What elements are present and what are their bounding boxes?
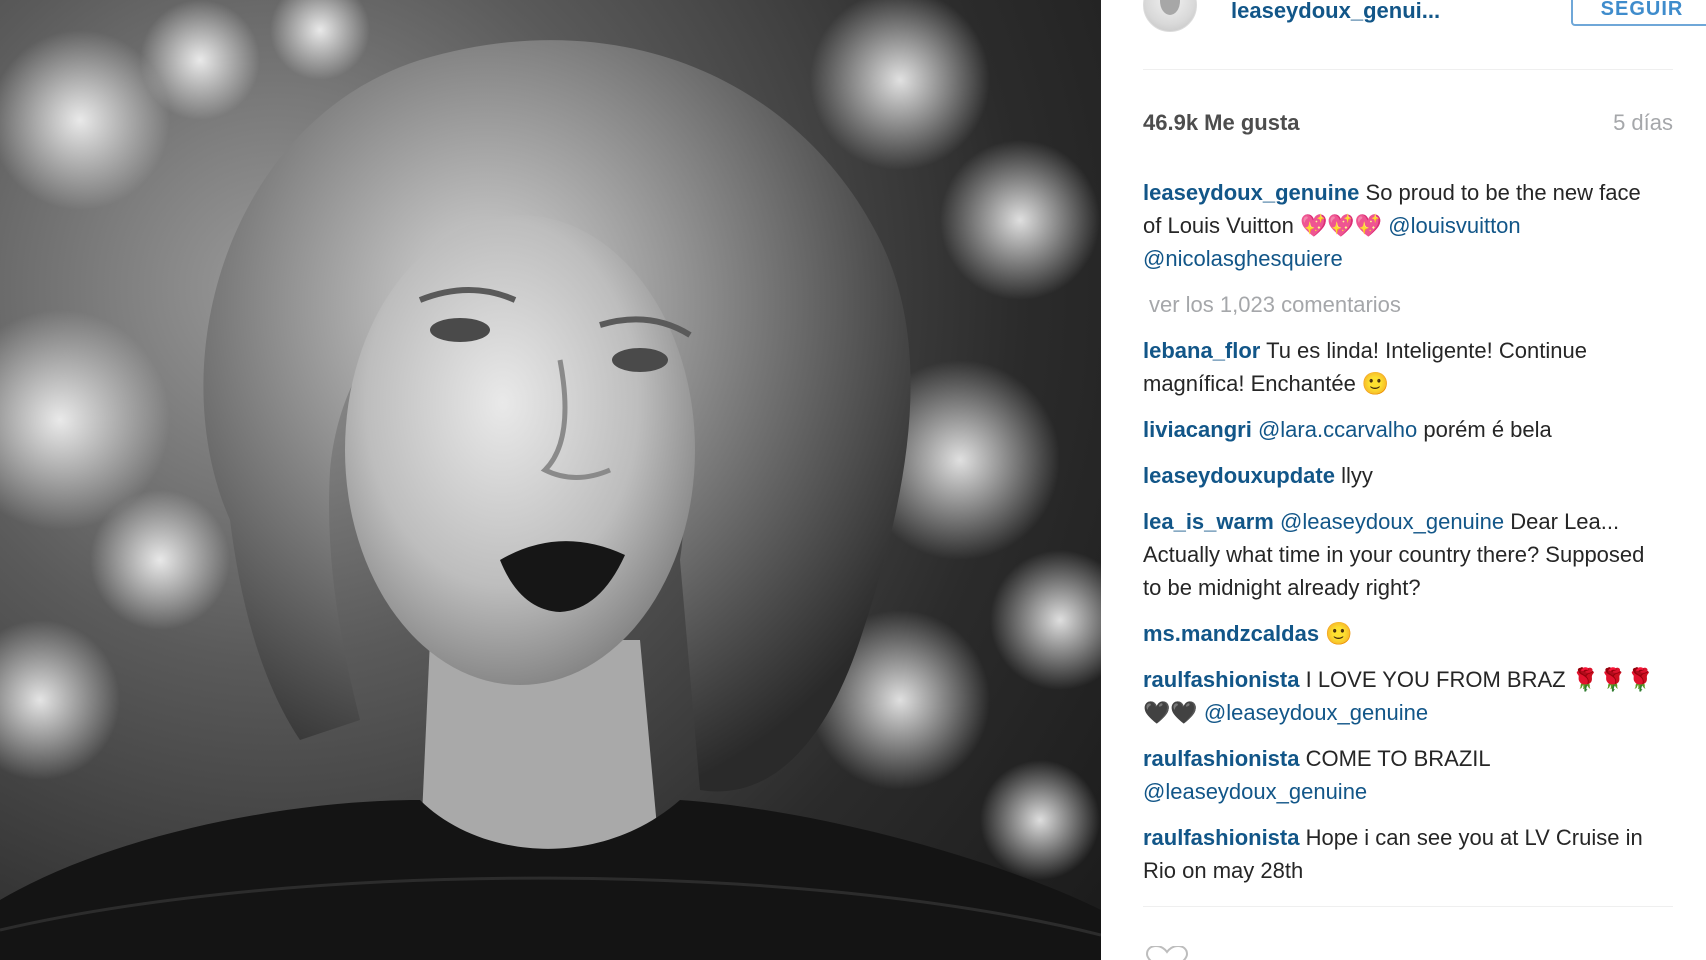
likes-count[interactable]: 46.9k Me gusta — [1143, 110, 1300, 136]
list-item: lea_is_warm @leaseydoux_genuine Dear Lea… — [1143, 505, 1663, 604]
instagram-post-page: leaseydoux_genui... SEGUIR 46.9k Me gust… — [0, 0, 1706, 960]
post-photo[interactable] — [0, 0, 1101, 960]
post-header: leaseydoux_genui... SEGUIR — [1143, 0, 1706, 38]
list-item: leaseydouxupdate llyy — [1143, 459, 1663, 492]
comment-text: COME TO BRAZIL — [1299, 746, 1490, 771]
comment-text: 🙂 — [1319, 621, 1353, 646]
post-actions — [1143, 946, 1673, 960]
comment-mention[interactable]: @leaseydoux_genuine — [1143, 779, 1367, 804]
header-divider — [1143, 69, 1673, 70]
comment-mention[interactable]: @leaseydoux_genuine — [1204, 700, 1428, 725]
comment-user[interactable]: raulfashionista — [1143, 667, 1299, 692]
comment-user[interactable]: lebana_flor — [1143, 338, 1260, 363]
face — [345, 215, 695, 685]
comment-user[interactable]: raulfashionista — [1143, 825, 1299, 850]
caption-user[interactable]: leaseydoux_genuine — [1143, 180, 1359, 205]
post-sidebar: leaseydoux_genui... SEGUIR 46.9k Me gust… — [1101, 0, 1706, 960]
post-username[interactable]: leaseydoux_genui... — [1231, 0, 1440, 24]
portrait-image — [0, 0, 1101, 960]
list-item: liviacangri @lara.ccarvalho porém é bela — [1143, 413, 1663, 446]
heart-icon[interactable] — [1143, 946, 1191, 960]
comment-user[interactable]: lea_is_warm — [1143, 509, 1274, 534]
caption-mention-louisvuitton[interactable]: @louisvuitton — [1388, 213, 1520, 238]
list-item: raulfashionista Hope i can see you at LV… — [1143, 821, 1663, 887]
list-item: ms.mandzcaldas 🙂 — [1143, 617, 1663, 650]
list-item: raulfashionista COME TO BRAZIL @leaseydo… — [1143, 742, 1663, 808]
list-item: lebana_flor Tu es linda! Inteligente! Co… — [1143, 334, 1663, 400]
post-time[interactable]: 5 días — [1613, 110, 1673, 136]
comment-mention[interactable]: @lara.ccarvalho — [1252, 417, 1417, 442]
comment-mention[interactable]: @leaseydoux_genuine — [1274, 509, 1504, 534]
comment-text: porém é bela — [1417, 417, 1552, 442]
comment-user[interactable]: raulfashionista — [1143, 746, 1299, 771]
list-item: raulfashionista I LOVE YOU FROM BRAZ 🌹🌹🌹… — [1143, 663, 1663, 729]
comment-text: llyy — [1334, 463, 1373, 488]
caption-mention-nicolasghesquiere[interactable]: @nicolasghesquiere — [1143, 246, 1343, 271]
caption: leaseydoux_genuine So proud to be the ne… — [1143, 176, 1663, 275]
comment-user[interactable]: liviacangri — [1143, 417, 1252, 442]
avatar[interactable] — [1143, 0, 1197, 32]
follow-button[interactable]: SEGUIR — [1571, 0, 1706, 26]
avatar-face — [1160, 0, 1180, 15]
comment-user[interactable]: leaseydouxupdate — [1143, 463, 1335, 488]
view-all-comments-link[interactable]: ver los 1,023 comentarios — [1149, 288, 1663, 321]
comments-list: leaseydoux_genuine So proud to be the ne… — [1143, 176, 1663, 906]
comment-user[interactable]: ms.mandzcaldas — [1143, 621, 1319, 646]
comments-divider — [1143, 906, 1673, 907]
